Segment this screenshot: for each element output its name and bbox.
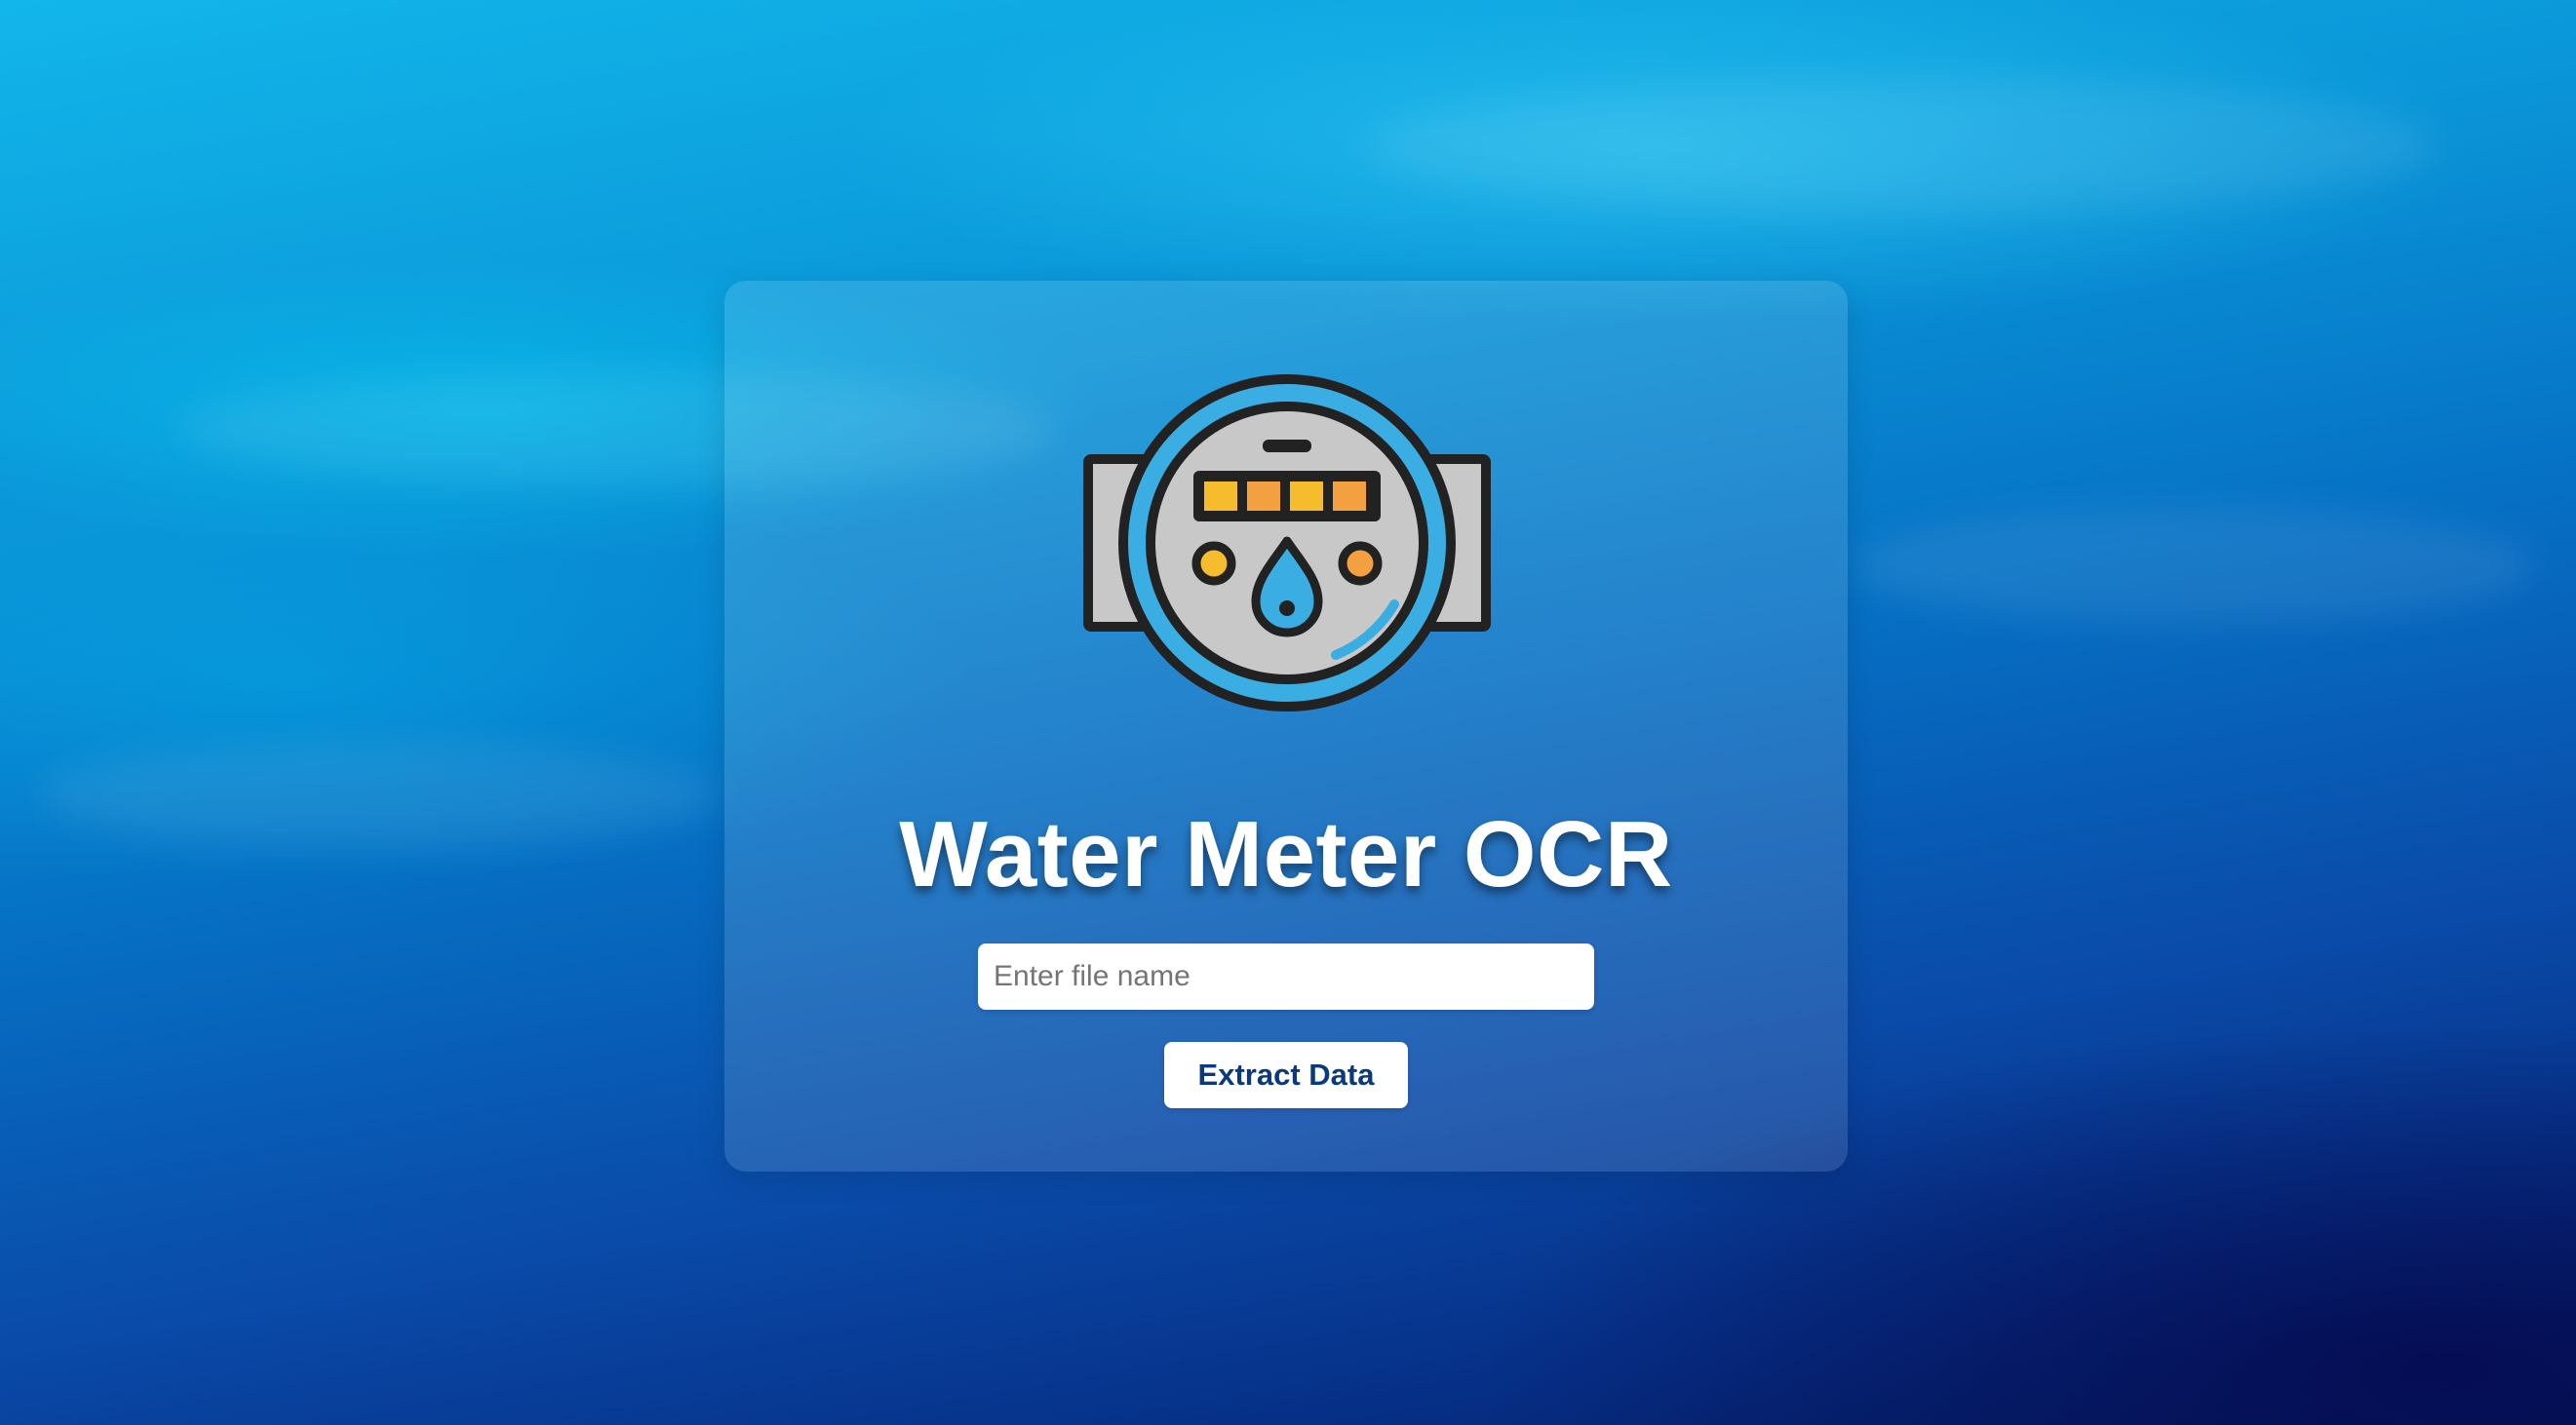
water-meter-icon [1083, 374, 1491, 712]
wave-highlight [1365, 78, 2438, 214]
extract-data-button[interactable]: Extract Data [1164, 1042, 1408, 1108]
wave-highlight [1853, 507, 2535, 624]
wave-highlight [39, 741, 722, 848]
page-title: Water Meter OCR [899, 802, 1673, 906]
file-name-input[interactable] [978, 944, 1594, 1010]
